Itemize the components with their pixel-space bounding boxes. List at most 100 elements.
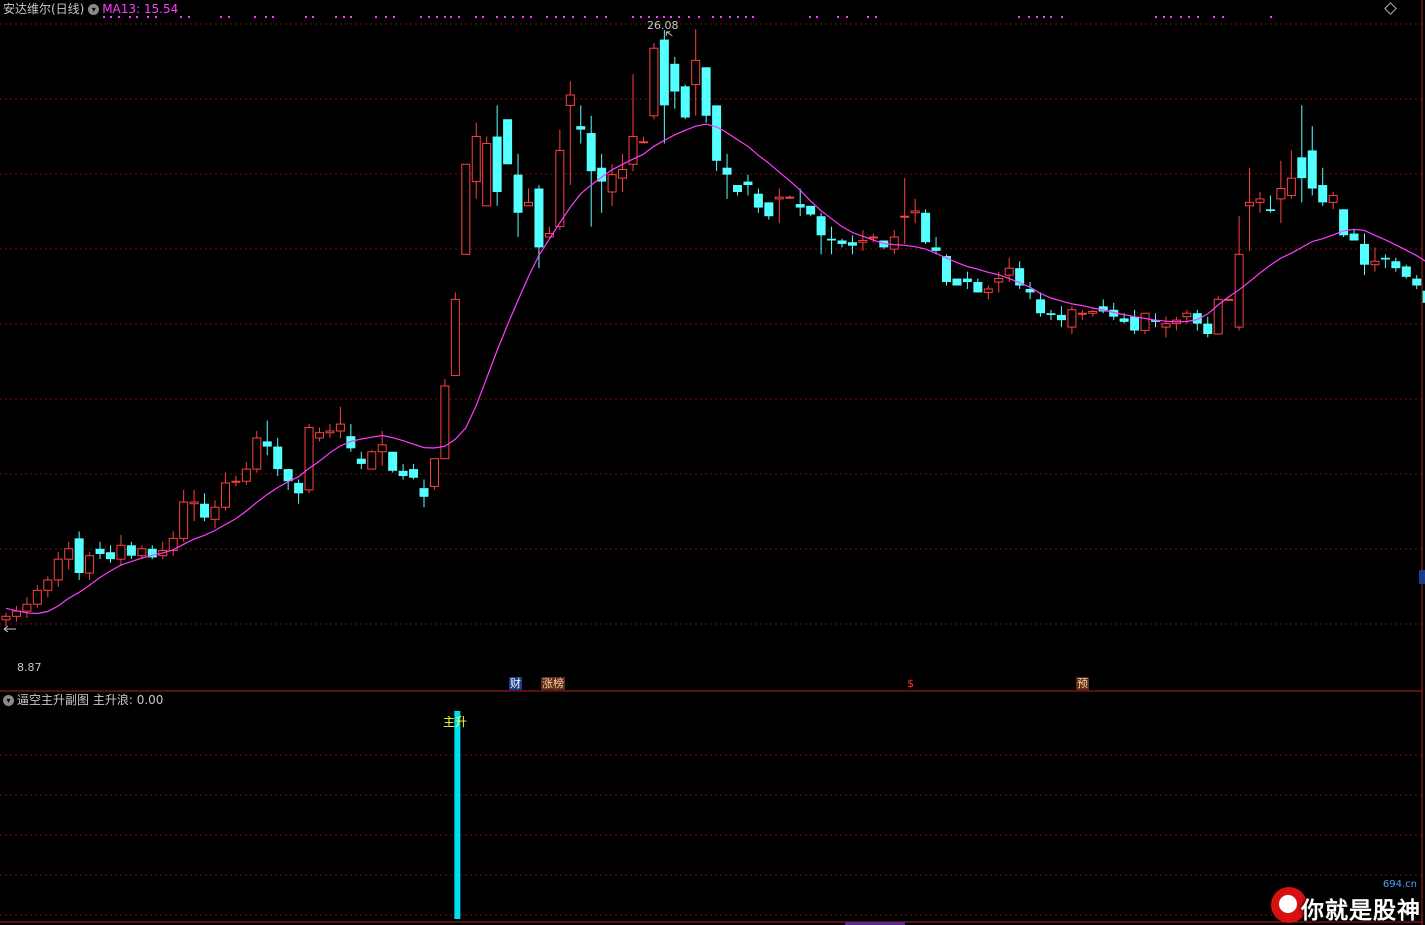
- top-marker-dot: [572, 16, 574, 18]
- candle-body-down: [722, 167, 732, 175]
- top-marker-dot: [385, 16, 387, 18]
- candle-body-down: [503, 119, 513, 165]
- candle-body-up: [785, 196, 795, 199]
- ma13-label: MA13: 15.54: [102, 2, 179, 16]
- candle-body-up: [1, 615, 11, 621]
- top-marker-dot: [546, 16, 548, 18]
- top-marker-dot: [530, 16, 532, 18]
- top-marker-dot: [1222, 16, 1224, 18]
- event-limit-up-marker[interactable]: 涨榜: [541, 677, 565, 690]
- candle-body-up: [189, 501, 199, 505]
- top-marker-dot: [504, 16, 506, 18]
- candle-body-up: [231, 480, 241, 483]
- candle-body-up: [325, 430, 335, 434]
- candle-body-down: [1297, 157, 1307, 179]
- candle-body-up: [116, 544, 126, 560]
- top-marker-dot: [475, 16, 477, 18]
- candle-body-down: [1056, 314, 1066, 321]
- top-marker-dot: [1188, 16, 1190, 18]
- candle-body-down: [962, 278, 972, 283]
- top-marker-dot: [343, 16, 345, 18]
- candle-body-up: [1067, 309, 1077, 328]
- top-marker-dot: [648, 16, 650, 18]
- top-marker-dot: [720, 16, 722, 18]
- watermark-logo: 你就是股神 694.cn: [1271, 879, 1421, 924]
- top-marker-dot: [147, 16, 149, 18]
- candle-body-down: [534, 188, 544, 248]
- candle-body-up: [179, 501, 189, 539]
- candle-body-up: [22, 603, 32, 612]
- candle-body-down: [294, 482, 304, 494]
- high-price-label: 26.08: [647, 19, 679, 32]
- candle-body-up: [649, 47, 659, 117]
- candle-body-up: [983, 288, 993, 293]
- candle-body-up: [858, 239, 868, 243]
- candle-body-down: [200, 503, 210, 518]
- top-marker-dot: [1018, 16, 1020, 18]
- top-marker-dot: [188, 16, 190, 18]
- candle-body-down: [492, 136, 502, 192]
- watermark-site: 694.cn: [1382, 879, 1417, 890]
- candle-body-down: [827, 238, 837, 241]
- candle-body-up: [889, 236, 899, 250]
- stock-chart-canvas[interactable]: [0, 0, 1425, 925]
- candle-body-down: [1307, 150, 1317, 189]
- candle-body-down: [398, 470, 408, 477]
- top-marker-dot: [875, 16, 877, 18]
- top-marker-dot: [1180, 16, 1182, 18]
- candle-body-up: [1182, 312, 1192, 318]
- top-marker-dot: [596, 16, 598, 18]
- candle-body-up: [555, 149, 565, 228]
- top-marker-dot: [375, 16, 377, 18]
- candle-body-up: [53, 558, 63, 581]
- candle-body-down: [743, 181, 753, 186]
- top-marker-dot: [867, 16, 869, 18]
- top-marker-dot: [496, 16, 498, 18]
- top-marker-dot: [1163, 16, 1165, 18]
- top-marker-dot: [522, 16, 524, 18]
- candle-body-up: [910, 210, 920, 214]
- candle-body-up: [220, 482, 230, 508]
- sub-indicator-value: 主升浪: 0.00: [92, 693, 164, 707]
- candle-body-up: [1255, 198, 1265, 203]
- candle-body-down: [283, 469, 293, 482]
- event-dollar-marker[interactable]: $: [906, 677, 915, 690]
- stock-title[interactable]: 安达维尔(日线): [3, 2, 84, 16]
- event-forecast-marker[interactable]: 预: [1076, 677, 1089, 690]
- candle-body-up: [461, 163, 471, 255]
- candle-body-up: [607, 174, 617, 193]
- top-marker-dot: [663, 16, 665, 18]
- candle-body-up: [1077, 312, 1087, 315]
- top-marker-dot: [1155, 16, 1157, 18]
- candle-body-down: [1203, 323, 1213, 334]
- event-finance-marker[interactable]: 财: [509, 677, 522, 690]
- candle-body-down: [1391, 261, 1401, 269]
- top-marker-dot: [809, 16, 811, 18]
- candle-body-down: [816, 216, 826, 236]
- top-marker-dot: [1270, 16, 1272, 18]
- sub-chart-title[interactable]: 逼空主升副图: [17, 693, 89, 707]
- top-marker-dot: [305, 16, 307, 18]
- dropdown-circle-icon[interactable]: ▾: [88, 4, 100, 15]
- top-marker-dot: [1043, 16, 1045, 18]
- main-chart-header: 安达维尔(日线) ▾ MA13: 15.54: [3, 2, 178, 16]
- low-price-label: 8.87: [17, 661, 42, 674]
- top-marker-dot: [632, 16, 634, 18]
- candle-body-down: [1130, 316, 1140, 331]
- candle-body-down: [921, 212, 931, 243]
- candle-body-down: [126, 545, 136, 556]
- candle-body-up: [43, 579, 53, 591]
- candle-body-up: [1140, 312, 1150, 332]
- candle-body-up: [450, 298, 460, 377]
- candle-body-down: [712, 105, 722, 161]
- candle-body-down: [106, 552, 115, 560]
- candle-body-down: [973, 282, 983, 293]
- top-marker-dot: [729, 16, 731, 18]
- top-marker-dot: [1213, 16, 1215, 18]
- candle-body-up: [252, 437, 262, 470]
- top-marker-dot: [846, 16, 848, 18]
- candle-body-up: [440, 385, 450, 460]
- main-rise-signal-bar: [454, 711, 461, 919]
- dropdown-circle-icon[interactable]: ▾: [3, 695, 14, 706]
- top-marker-dot: [129, 16, 131, 18]
